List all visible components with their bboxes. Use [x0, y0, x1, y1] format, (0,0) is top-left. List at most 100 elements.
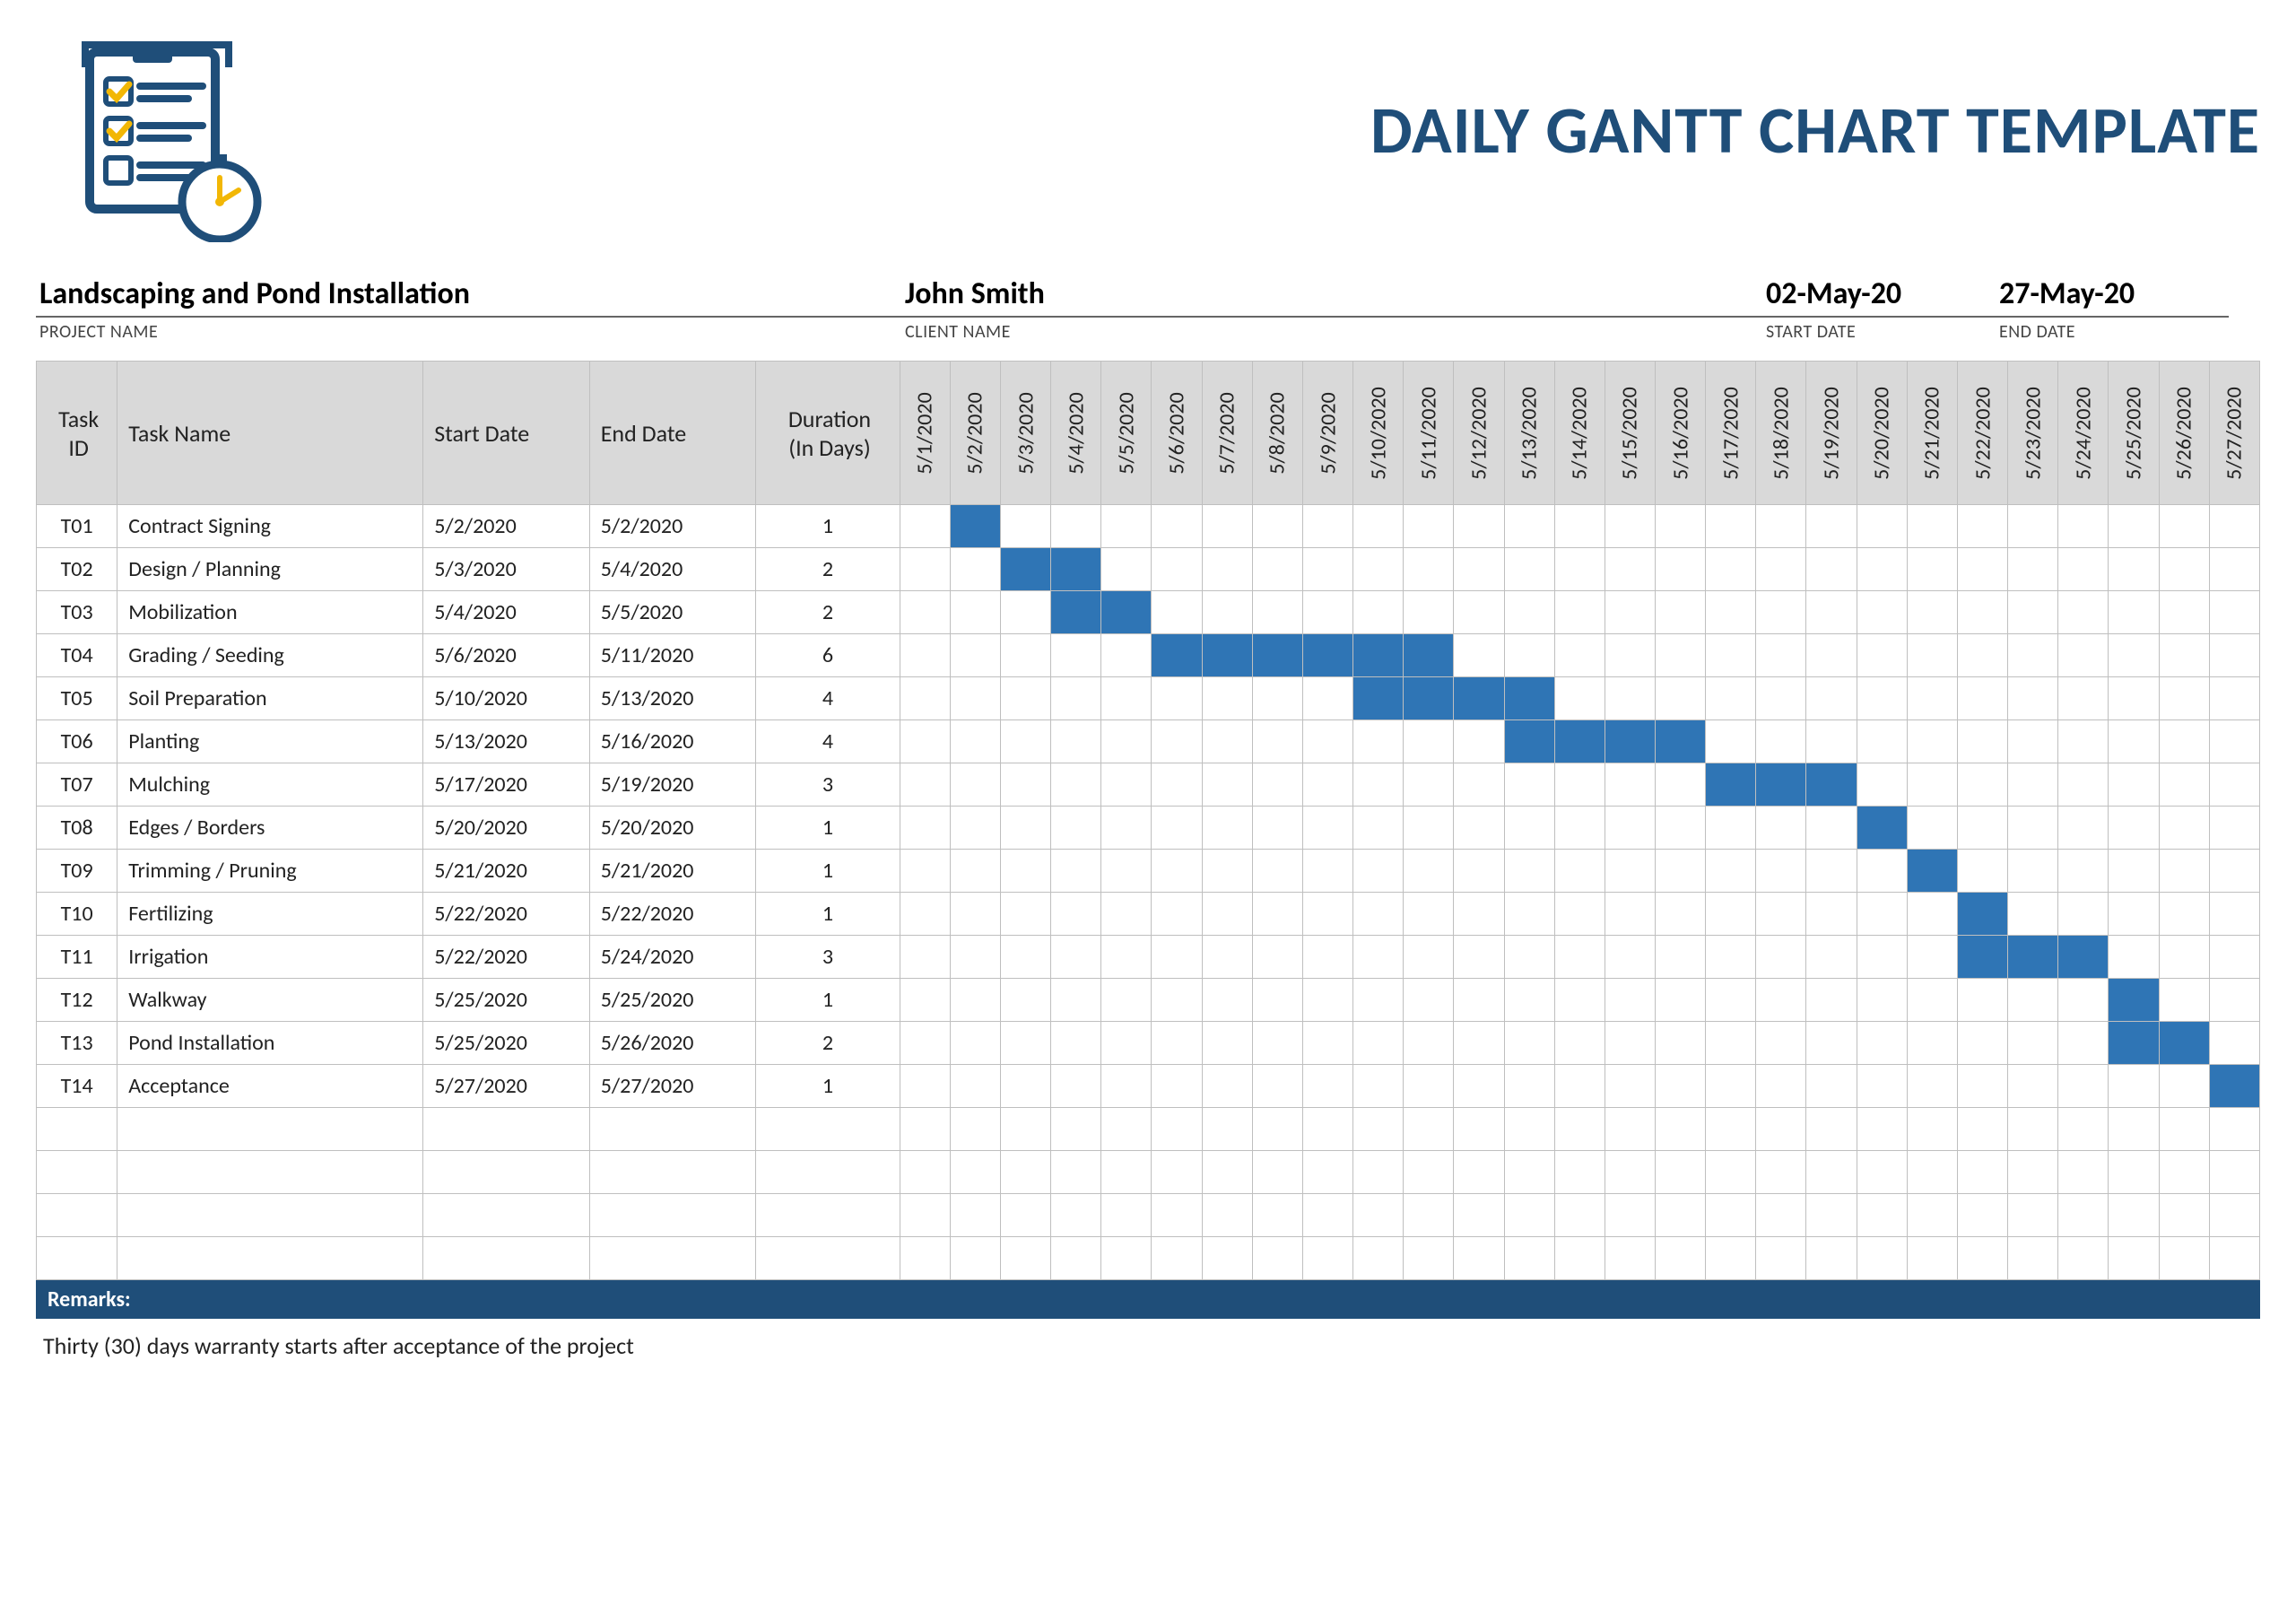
gantt-cell [2109, 505, 2159, 548]
gantt-cell [1957, 763, 2007, 807]
table-cell: T12 [37, 979, 117, 1022]
gantt-cell [1605, 807, 1655, 850]
gantt-cell [950, 1237, 1000, 1280]
gantt-cell [1554, 763, 1605, 807]
gantt-cell [1605, 893, 1655, 936]
gantt-cell [2058, 505, 2109, 548]
gantt-cell [1404, 720, 1454, 763]
gantt-cell [1706, 893, 1756, 936]
gantt-cell [1907, 1065, 1957, 1108]
gantt-cell [1857, 677, 1907, 720]
gantt-cell [1101, 763, 1152, 807]
gantt-cell [1957, 850, 2007, 893]
gantt-cell [1152, 763, 1202, 807]
gantt-cell [2058, 634, 2109, 677]
gantt-cell [2209, 1065, 2259, 1108]
gantt-cell [1051, 807, 1101, 850]
start-date-value: 02-May-20 [1762, 275, 1996, 318]
gantt-cell [1353, 1237, 1404, 1280]
table-cell: 4 [756, 677, 900, 720]
gantt-cell [1706, 548, 1756, 591]
gantt-cell [1504, 505, 1554, 548]
gantt-cell [1152, 505, 1202, 548]
table-cell: 5/10/2020 [423, 677, 590, 720]
gantt-cell [2109, 677, 2159, 720]
gantt-cell [1252, 1237, 1302, 1280]
gantt-cell [1454, 591, 1504, 634]
gantt-cell [1454, 505, 1504, 548]
col-head-date: 5/21/2020 [1907, 362, 1957, 505]
gantt-cell [2209, 591, 2259, 634]
gantt-cell [1656, 1237, 1706, 1280]
gantt-cell [1454, 720, 1504, 763]
table-cell: 1 [756, 505, 900, 548]
gantt-cell [1554, 720, 1605, 763]
gantt-cell [2008, 1065, 2058, 1108]
table-row [37, 1108, 2260, 1151]
table-cell: T01 [37, 505, 117, 548]
gantt-cell [2058, 893, 2109, 936]
table-cell: 5/27/2020 [423, 1065, 590, 1108]
gantt-cell [2159, 548, 2209, 591]
gantt-cell [1706, 1151, 1756, 1194]
client-name-label: CLIENT NAME [901, 318, 1762, 343]
meta-client: John Smith CLIENT NAME [901, 275, 1762, 343]
gantt-cell [1605, 677, 1655, 720]
gantt-cell [950, 1108, 1000, 1151]
gantt-cell [1554, 1151, 1605, 1194]
gantt-cell [1907, 807, 1957, 850]
gantt-cell [1404, 850, 1454, 893]
gantt-cell [1706, 1237, 1756, 1280]
gantt-cell [1756, 677, 1806, 720]
gantt-cell [2209, 936, 2259, 979]
table-cell [756, 1237, 900, 1280]
gantt-cell [1957, 505, 2007, 548]
gantt-cell [2159, 893, 2209, 936]
gantt-cell [1000, 677, 1050, 720]
gantt-cell [2058, 979, 2109, 1022]
gantt-cell [1605, 763, 1655, 807]
col-head-date: 5/14/2020 [1554, 362, 1605, 505]
col-head-date: 5/25/2020 [2109, 362, 2159, 505]
gantt-cell [2008, 1022, 2058, 1065]
gantt-cell [1957, 591, 2007, 634]
gantt-cell [1252, 677, 1302, 720]
gantt-cell [900, 720, 950, 763]
table-cell: 1 [756, 979, 900, 1022]
gantt-cell [1907, 1108, 1957, 1151]
table-cell: Mulching [117, 763, 423, 807]
col-head-date: 5/17/2020 [1706, 362, 1756, 505]
gantt-cell [1051, 1194, 1101, 1237]
table-cell: Grading / Seeding [117, 634, 423, 677]
table-cell: 5/13/2020 [423, 720, 590, 763]
gantt-cell [1152, 1022, 1202, 1065]
gantt-cell [2008, 634, 2058, 677]
gantt-cell [1252, 893, 1302, 936]
gantt-cell [1202, 979, 1252, 1022]
gantt-cell [1756, 1151, 1806, 1194]
gantt-cell [2159, 1237, 2209, 1280]
gantt-cell [1656, 850, 1706, 893]
table-cell: Walkway [117, 979, 423, 1022]
gantt-cell [2209, 1194, 2259, 1237]
gantt-cell [2209, 677, 2259, 720]
gantt-cell [1504, 1022, 1554, 1065]
gantt-cell [1605, 548, 1655, 591]
gantt-cell [2159, 850, 2209, 893]
table-cell [589, 1237, 756, 1280]
gantt-cell [1252, 591, 1302, 634]
gantt-cell [950, 850, 1000, 893]
gantt-cell [1404, 634, 1454, 677]
table-cell [589, 1108, 756, 1151]
gantt-cell [1000, 1065, 1050, 1108]
table-cell: 5/2/2020 [589, 505, 756, 548]
gantt-cell [1656, 591, 1706, 634]
gantt-cell [1152, 936, 1202, 979]
gantt-cell [1957, 548, 2007, 591]
gantt-cell [1000, 1108, 1050, 1151]
meta-start-date: 02-May-20 START DATE [1762, 275, 1996, 343]
gantt-cell [1101, 893, 1152, 936]
gantt-cell [1806, 505, 1857, 548]
table-cell: 5/11/2020 [589, 634, 756, 677]
gantt-cell [1302, 720, 1352, 763]
